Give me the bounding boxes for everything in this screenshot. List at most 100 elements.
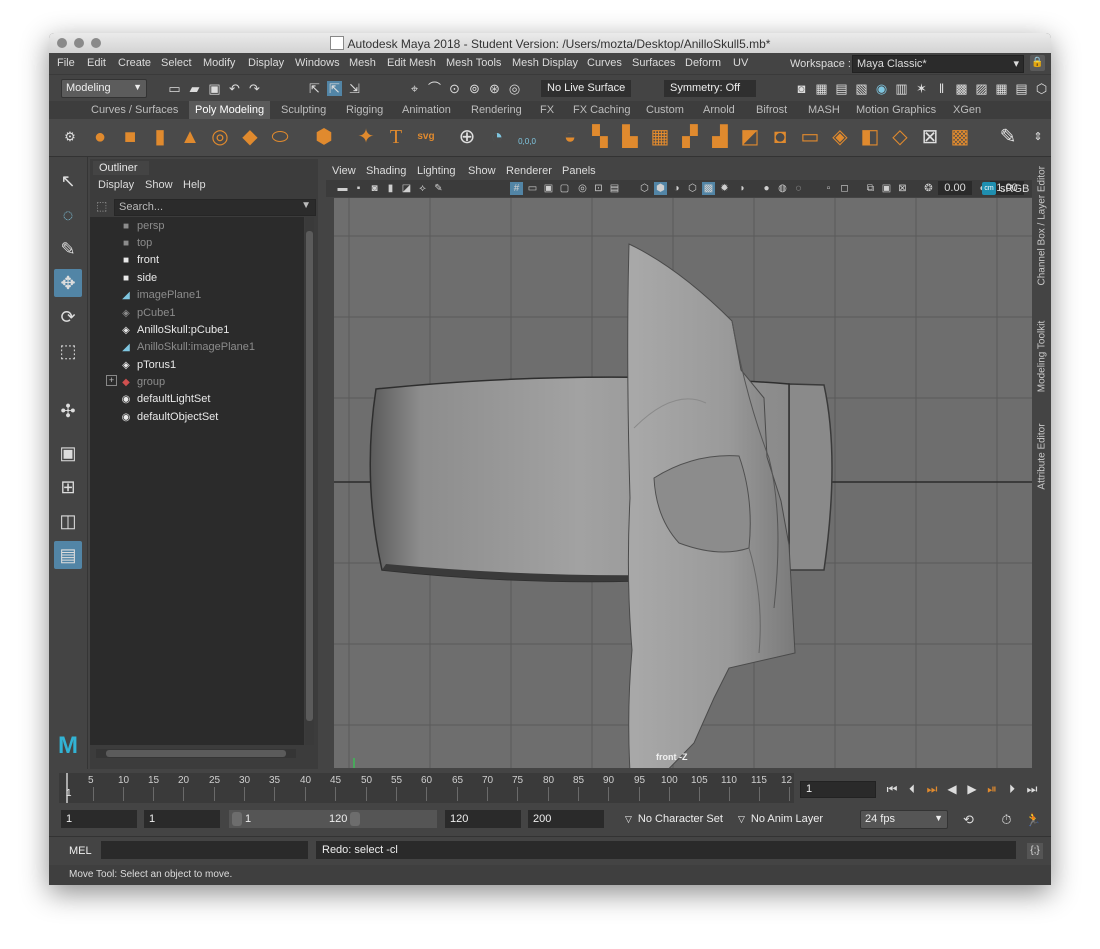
menu-windows[interactable]: Windows bbox=[295, 57, 340, 69]
xray-icon[interactable]: ◻ bbox=[838, 182, 851, 195]
use-all-lights-icon[interactable]: ✹ bbox=[718, 182, 731, 195]
menu-deform[interactable]: Deform bbox=[685, 57, 721, 69]
loop-icon[interactable]: ⟲ bbox=[961, 812, 976, 827]
show-tool-settings-icon[interactable]: ▦ bbox=[994, 81, 1009, 96]
shelf-scroll-icon[interactable]: ⇕ bbox=[1025, 124, 1051, 150]
mirror-icon[interactable]: ▟ bbox=[707, 124, 733, 150]
play-forwards-icon[interactable]: ▶ bbox=[964, 781, 980, 797]
tab-poly-modeling[interactable]: Poly Modeling bbox=[189, 101, 271, 119]
redo-icon[interactable]: ↷ bbox=[247, 81, 262, 96]
panel-menu-renderer[interactable]: Renderer bbox=[506, 165, 552, 177]
new-scene-icon[interactable]: ▭ bbox=[167, 81, 182, 96]
symmetry-button[interactable]: Symmetry: Off bbox=[664, 80, 756, 97]
list-item[interactable]: ◈ pCube1 bbox=[120, 305, 175, 322]
smooth-icon[interactable]: ▦ bbox=[647, 124, 673, 150]
list-item[interactable]: ◈ pTorus1 bbox=[120, 357, 176, 374]
panel-menu-shading[interactable]: Shading bbox=[366, 165, 406, 177]
grease-pencil-icon[interactable]: ✎ bbox=[432, 182, 445, 195]
tab-channel-box[interactable]: Channel Box / Layer Editor bbox=[1037, 166, 1048, 286]
two-view-layout-icon[interactable]: ◫ bbox=[54, 507, 82, 535]
menuset-dropdown[interactable]: Modeling ▼ bbox=[61, 79, 147, 98]
super-shape-icon[interactable]: ✦ bbox=[353, 124, 379, 150]
poly-disc-icon[interactable]: ⬭ bbox=[267, 124, 293, 150]
origin-snap-icon[interactable]: 0,0,0 bbox=[514, 124, 540, 150]
shadows-icon[interactable]: ◗ bbox=[736, 182, 749, 195]
poly-cube-icon[interactable]: ■ bbox=[117, 124, 143, 150]
scrollbar-thumb[interactable] bbox=[106, 750, 286, 757]
extrude-icon[interactable]: ◘ bbox=[767, 124, 793, 150]
select-object-icon[interactable]: ⇱ bbox=[327, 81, 342, 96]
select-tool-icon[interactable]: ↖ bbox=[54, 167, 82, 195]
xray-joints-icon[interactable]: ⧉ bbox=[864, 182, 877, 195]
ambient-occlusion-icon[interactable]: ● bbox=[760, 182, 773, 195]
rotate-tool-icon[interactable]: ⟳ bbox=[54, 303, 82, 331]
pause-viewport-icon[interactable]: ‖ bbox=[934, 81, 949, 96]
combine-icon[interactable]: ◒ bbox=[557, 124, 583, 150]
script-editor-icon[interactable]: {;} bbox=[1027, 843, 1043, 859]
list-item[interactable]: ◢ AnilloSkull:imagePlane1 bbox=[120, 339, 255, 356]
list-item[interactable]: ■ top bbox=[120, 235, 152, 252]
scrollbar-thumb[interactable] bbox=[306, 231, 313, 721]
menu-mesh-display[interactable]: Mesh Display bbox=[512, 57, 578, 69]
menu-create[interactable]: Create bbox=[118, 57, 151, 69]
boolean-icon[interactable]: ▞ bbox=[677, 124, 703, 150]
poly-plane-icon[interactable]: ◆ bbox=[237, 124, 263, 150]
go-to-start-icon[interactable]: ⏮ bbox=[884, 781, 900, 797]
exposure-icon[interactable]: ❂ bbox=[922, 182, 935, 195]
step-forward-icon[interactable]: ⏵ bbox=[1004, 781, 1020, 797]
single-view-layout-icon[interactable]: ▣ bbox=[54, 439, 82, 467]
list-item[interactable]: ◉ defaultLightSet bbox=[120, 391, 211, 408]
select-camera-icon[interactable]: ▬ bbox=[336, 182, 349, 195]
resolution-gate-icon[interactable]: ▣ bbox=[542, 182, 555, 195]
list-item[interactable]: ◈ AnilloSkull:pCube1 bbox=[120, 322, 229, 339]
bookmarks-icon[interactable]: ◙ bbox=[368, 182, 381, 195]
undo-icon[interactable]: ↶ bbox=[227, 81, 242, 96]
poly-cone-icon[interactable]: ▲ bbox=[177, 124, 203, 150]
wireframe-on-shaded-icon[interactable]: ⬡ bbox=[686, 182, 699, 195]
poly-torus-icon[interactable]: ◎ bbox=[207, 124, 233, 150]
exposure-field[interactable]: 0.00 bbox=[938, 181, 972, 195]
menu-mesh[interactable]: Mesh bbox=[349, 57, 376, 69]
panel-menu-view[interactable]: View bbox=[332, 165, 356, 177]
script-language-label[interactable]: MEL bbox=[69, 845, 92, 857]
wireframe-icon[interactable]: ⬡ bbox=[638, 182, 651, 195]
scene-end-field[interactable]: 200 bbox=[528, 810, 604, 828]
go-to-end-icon[interactable]: ⏭ bbox=[1024, 781, 1040, 797]
four-view-layout-icon[interactable]: ⊞ bbox=[54, 473, 82, 501]
smooth-shade-icon[interactable]: ⬢ bbox=[654, 182, 667, 195]
frame-all-icon[interactable]: ⊠ bbox=[896, 182, 909, 195]
poly-cylinder-icon[interactable]: ▮ bbox=[147, 124, 173, 150]
list-item[interactable]: ◉ defaultObjectSet bbox=[120, 409, 219, 426]
poly-text-icon[interactable]: T bbox=[383, 124, 409, 150]
tab-rendering[interactable]: Rendering bbox=[465, 101, 528, 119]
snap-live-icon[interactable]: ◎ bbox=[507, 81, 522, 96]
separate-icon[interactable]: ▚ bbox=[587, 124, 613, 150]
tab-mash[interactable]: MASH bbox=[802, 101, 846, 119]
tab-curves-surfaces[interactable]: Curves / Surfaces bbox=[85, 101, 184, 119]
list-item[interactable]: ■ side bbox=[120, 270, 157, 287]
list-item[interactable]: ◆ group bbox=[120, 374, 165, 391]
snap-point-icon[interactable]: ⊙ bbox=[447, 81, 462, 96]
expand-icon[interactable]: + bbox=[106, 375, 117, 386]
menu-modify[interactable]: Modify bbox=[203, 57, 235, 69]
show-outliner-icon[interactable]: ⬡ bbox=[1034, 81, 1049, 96]
outliner-menu-display[interactable]: Display bbox=[98, 179, 134, 191]
outliner-layout-icon[interactable]: ▤ bbox=[54, 541, 82, 569]
open-scene-icon[interactable]: ▰ bbox=[187, 81, 202, 96]
current-frame-field[interactable]: 1 bbox=[800, 781, 876, 798]
outliner-vertical-scrollbar[interactable] bbox=[305, 217, 314, 745]
color-management-icon[interactable]: cm bbox=[982, 182, 996, 195]
next-key-icon[interactable]: ⏯ bbox=[984, 781, 1000, 797]
render-current-icon[interactable]: ▦ bbox=[814, 81, 829, 96]
time-slider[interactable]: 1 5 10 15 20 25 30 35 40 45 50 55 60 65 … bbox=[59, 773, 794, 803]
step-back-icon[interactable]: ⏴ bbox=[904, 781, 920, 797]
lasso-tool-icon[interactable]: ◌ bbox=[54, 201, 82, 229]
motion-blur-icon[interactable]: ◍ bbox=[776, 182, 789, 195]
isolate-select-icon[interactable]: ▫ bbox=[822, 182, 835, 195]
render-view-icon[interactable]: ◙ bbox=[794, 81, 809, 96]
list-item[interactable]: ■ persp bbox=[120, 218, 165, 235]
light-editor-icon[interactable]: ✶ bbox=[914, 81, 929, 96]
move-tool-icon[interactable]: ✥ bbox=[54, 269, 82, 297]
target-weld-icon[interactable]: ⊠ bbox=[917, 124, 943, 150]
character-set-dropdown[interactable]: ▽ No Character Set bbox=[625, 810, 723, 828]
